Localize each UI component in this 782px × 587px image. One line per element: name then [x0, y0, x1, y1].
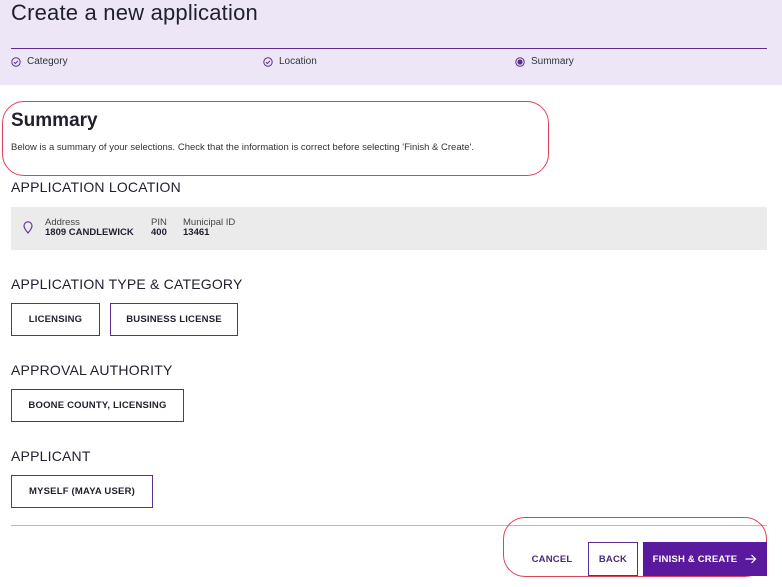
- summary-description: Below is a summary of your selections. C…: [11, 142, 474, 153]
- page-header: Create a new application Category Locati…: [0, 0, 782, 85]
- applicant-chip: MYSELF (MAYA USER): [11, 475, 153, 508]
- section-label-location: APPLICATION LOCATION: [11, 179, 181, 195]
- check-circle-icon: [263, 56, 273, 67]
- location-card: Address 1809 CANDLEWICK PIN 400 Municipa…: [11, 207, 767, 250]
- step-summary: Summary: [515, 56, 574, 67]
- step-location[interactable]: Location: [263, 56, 317, 67]
- approval-authority-chip: BOONE COUNTY, LICENSING: [11, 389, 184, 422]
- finish-create-label: FINISH & CREATE: [652, 553, 738, 565]
- page-title: Create a new application: [11, 0, 258, 25]
- step-label: Category: [27, 56, 68, 67]
- arrow-right-icon: [745, 554, 757, 564]
- application-type-chip: LICENSING: [11, 303, 100, 336]
- cancel-button[interactable]: CANCEL: [522, 542, 582, 576]
- pin-value: 400: [151, 227, 167, 238]
- summary-heading: Summary: [11, 110, 98, 131]
- back-button[interactable]: BACK: [588, 542, 638, 576]
- location-pin: PIN 400: [151, 218, 167, 238]
- municipal-id-value: 13461: [183, 227, 210, 238]
- step-label: Location: [279, 56, 317, 67]
- map-pin-icon: [23, 221, 33, 234]
- address-value: 1809 CANDLEWICK: [45, 227, 134, 238]
- location-municipal-id: Municipal ID 13461: [183, 218, 235, 238]
- section-label-applicant: APPLICANT: [11, 448, 91, 464]
- check-circle-icon: [11, 56, 21, 67]
- step-label: Summary: [531, 56, 574, 67]
- location-address: Address 1809 CANDLEWICK: [45, 218, 134, 238]
- section-label-approval-authority: APPROVAL AUTHORITY: [11, 362, 173, 378]
- radio-filled-icon: [515, 56, 525, 67]
- stepper-line: [11, 48, 767, 49]
- finish-create-button[interactable]: FINISH & CREATE: [643, 542, 767, 576]
- section-label-type-category: APPLICATION TYPE & CATEGORY: [11, 276, 243, 292]
- step-category[interactable]: Category: [11, 56, 68, 67]
- application-category-chip: BUSINESS LICENSE: [110, 303, 238, 336]
